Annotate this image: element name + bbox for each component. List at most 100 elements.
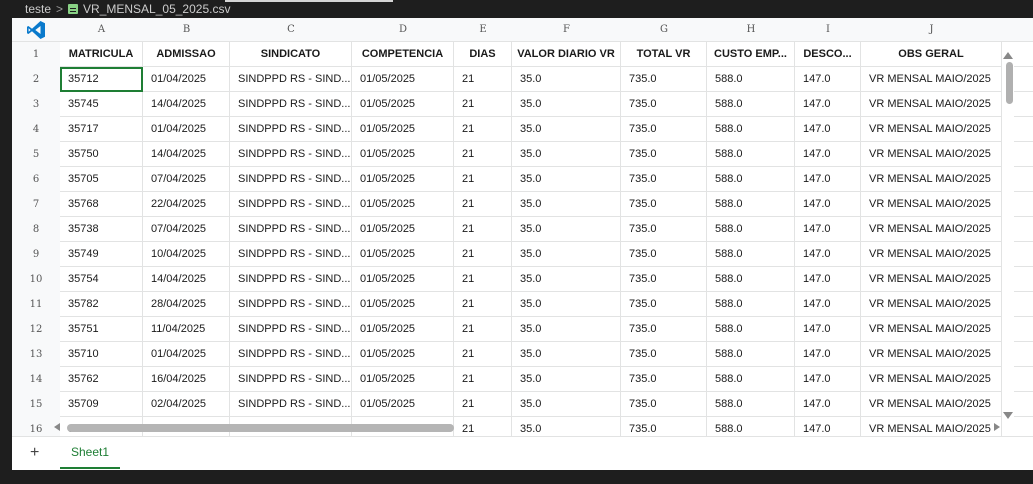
table-cell[interactable]: 21 xyxy=(454,192,512,217)
table-cell[interactable]: 01/05/2025 xyxy=(352,92,454,117)
table-cell[interactable]: SINDPPD RS - SIND... xyxy=(230,392,352,417)
row-number[interactable]: 14 xyxy=(12,367,60,392)
scroll-left-icon[interactable] xyxy=(54,423,60,431)
table-cell[interactable]: 588.0 xyxy=(707,392,795,417)
table-cell[interactable]: 735.0 xyxy=(621,217,707,242)
table-cell[interactable]: 35.0 xyxy=(512,367,621,392)
row-number[interactable]: 6 xyxy=(12,167,60,192)
table-cell[interactable]: SINDPPD RS - SIND... xyxy=(230,167,352,192)
table-cell[interactable]: 21 xyxy=(454,117,512,142)
table-cell[interactable]: 588.0 xyxy=(707,317,795,342)
column-letter[interactable]: A xyxy=(60,18,143,42)
column-letter[interactable]: B xyxy=(143,18,230,42)
table-cell[interactable]: 35710 xyxy=(60,342,143,367)
table-cell[interactable]: VR MENSAL MAIO/2025 xyxy=(861,67,1002,92)
table-cell[interactable]: 735.0 xyxy=(621,142,707,167)
table-cell[interactable]: 588.0 xyxy=(707,242,795,267)
table-cell[interactable]: 35754 xyxy=(60,267,143,292)
table-cell[interactable]: VR MENSAL MAIO/2025 xyxy=(861,117,1002,142)
table-cell[interactable]: 147.0 xyxy=(795,67,861,92)
sheet-tab[interactable]: Sheet1 xyxy=(60,437,121,469)
row-number[interactable]: 4 xyxy=(12,117,60,142)
row-number[interactable]: 15 xyxy=(12,392,60,417)
table-cell[interactable]: VR MENSAL MAIO/2025 xyxy=(861,292,1002,317)
table-cell[interactable]: 147.0 xyxy=(795,117,861,142)
table-cell[interactable]: 16/04/2025 xyxy=(143,367,230,392)
table-cell[interactable]: 11/04/2025 xyxy=(143,317,230,342)
table-cell[interactable]: 01/05/2025 xyxy=(352,117,454,142)
table-cell[interactable]: 14/04/2025 xyxy=(143,92,230,117)
table-cell[interactable]: 35.0 xyxy=(512,217,621,242)
table-cell[interactable]: 01/05/2025 xyxy=(352,242,454,267)
table-cell[interactable]: VR MENSAL MAIO/2025 xyxy=(861,92,1002,117)
table-cell[interactable]: 147.0 xyxy=(795,142,861,167)
row-number[interactable]: 3 xyxy=(12,92,60,117)
table-cell[interactable]: SINDPPD RS - SIND... xyxy=(230,117,352,142)
table-cell[interactable]: VR MENSAL MAIO/2025 xyxy=(861,317,1002,342)
table-cell[interactable]: 21 xyxy=(454,217,512,242)
table-cell[interactable]: 147.0 xyxy=(795,267,861,292)
column-letter[interactable]: H xyxy=(707,18,795,42)
table-cell[interactable]: 735.0 xyxy=(621,267,707,292)
table-cell[interactable]: 01/05/2025 xyxy=(352,317,454,342)
table-cell[interactable]: 35.0 xyxy=(512,267,621,292)
table-cell[interactable]: 01/04/2025 xyxy=(143,117,230,142)
table-cell[interactable]: SINDPPD RS - SIND... xyxy=(230,142,352,167)
column-letter[interactable]: F xyxy=(512,18,621,42)
table-cell[interactable]: VR MENSAL MAIO/2025 xyxy=(861,342,1002,367)
table-cell[interactable]: 735.0 xyxy=(621,342,707,367)
table-cell[interactable]: 35705 xyxy=(60,167,143,192)
table-cell[interactable]: 35.0 xyxy=(512,192,621,217)
table-cell[interactable]: 35782 xyxy=(60,292,143,317)
table-cell[interactable]: 01/04/2025 xyxy=(143,342,230,367)
table-cell[interactable]: 35768 xyxy=(60,192,143,217)
table-cell[interactable]: 35738 xyxy=(60,217,143,242)
table-cell[interactable]: 07/04/2025 xyxy=(143,167,230,192)
table-cell[interactable]: 147.0 xyxy=(795,167,861,192)
table-cell[interactable]: 147.0 xyxy=(795,292,861,317)
table-cell[interactable]: 35745 xyxy=(60,92,143,117)
column-letter[interactable]: J xyxy=(861,18,1002,42)
table-cell[interactable]: 735.0 xyxy=(621,167,707,192)
table-cell[interactable]: 735.0 xyxy=(621,192,707,217)
table-cell[interactable]: SINDPPD RS - SIND... xyxy=(230,292,352,317)
row-number[interactable]: 13 xyxy=(12,342,60,367)
table-cell[interactable]: 21 xyxy=(454,142,512,167)
column-letter[interactable]: E xyxy=(454,18,512,42)
table-cell[interactable]: VR MENSAL MAIO/2025 xyxy=(861,267,1002,292)
table-cell[interactable]: 35.0 xyxy=(512,342,621,367)
table-cell[interactable]: 588.0 xyxy=(707,367,795,392)
row-number[interactable]: 8 xyxy=(12,217,60,242)
table-cell[interactable]: SINDPPD RS - SIND... xyxy=(230,67,352,92)
table-cell[interactable]: 21 xyxy=(454,392,512,417)
table-cell[interactable]: 01/05/2025 xyxy=(352,167,454,192)
table-cell[interactable]: 588.0 xyxy=(707,292,795,317)
table-cell[interactable]: 35762 xyxy=(60,367,143,392)
column-header-cell[interactable]: OBS GERAL xyxy=(861,42,1002,67)
table-cell[interactable]: 01/05/2025 xyxy=(352,267,454,292)
column-letter[interactable]: I xyxy=(795,18,861,42)
table-cell[interactable]: 735.0 xyxy=(621,117,707,142)
horizontal-scrollbar[interactable] xyxy=(48,420,1002,436)
table-cell[interactable]: 588.0 xyxy=(707,267,795,292)
table-cell[interactable]: 735.0 xyxy=(621,92,707,117)
table-cell[interactable]: 21 xyxy=(454,292,512,317)
table-cell[interactable]: SINDPPD RS - SIND... xyxy=(230,267,352,292)
table-cell[interactable]: 21 xyxy=(454,267,512,292)
table-cell[interactable]: 35709 xyxy=(60,392,143,417)
table-cell[interactable]: 35.0 xyxy=(512,317,621,342)
breadcrumb-folder[interactable]: teste xyxy=(25,2,51,16)
table-cell[interactable]: VR MENSAL MAIO/2025 xyxy=(861,192,1002,217)
table-cell[interactable]: 735.0 xyxy=(621,242,707,267)
table-cell[interactable]: VR MENSAL MAIO/2025 xyxy=(861,167,1002,192)
row-number[interactable]: 7 xyxy=(12,192,60,217)
table-cell[interactable]: 588.0 xyxy=(707,92,795,117)
row-number[interactable]: 2 xyxy=(12,67,60,92)
table-cell[interactable]: 35.0 xyxy=(512,67,621,92)
table-cell[interactable]: 35.0 xyxy=(512,242,621,267)
column-letter[interactable]: D xyxy=(352,18,454,42)
column-letter[interactable]: G xyxy=(621,18,707,42)
table-cell[interactable]: 35749 xyxy=(60,242,143,267)
table-cell[interactable]: 21 xyxy=(454,92,512,117)
table-cell[interactable]: 21 xyxy=(454,67,512,92)
